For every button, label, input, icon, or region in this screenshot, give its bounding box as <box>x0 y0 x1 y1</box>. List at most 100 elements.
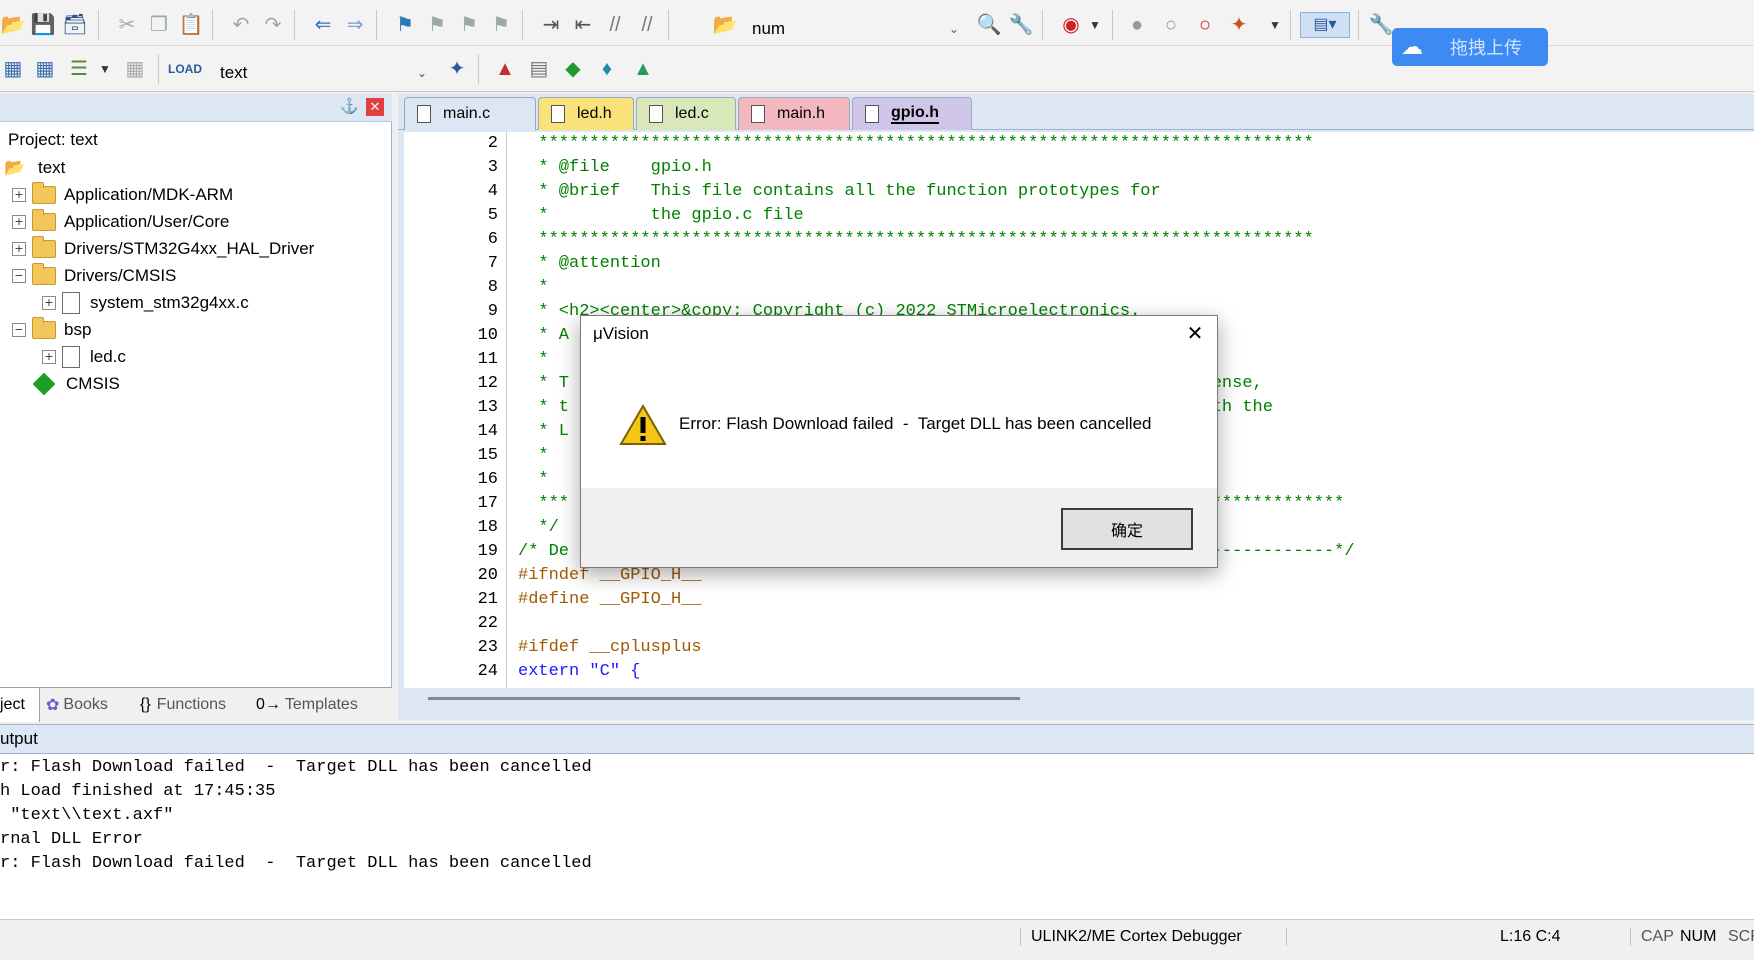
close-icon[interactable]: ✕ <box>1181 320 1209 348</box>
load-download-icon[interactable]: LOAD <box>168 56 202 82</box>
component-diamond-icon <box>32 372 56 396</box>
close-icon[interactable]: ✕ <box>366 98 384 116</box>
find-in-files-icon[interactable]: 📂 <box>712 12 738 38</box>
manage-project-items-icon[interactable]: ▲ <box>492 56 518 82</box>
window-layout-icon[interactable]: ▤▾ <box>1300 12 1350 38</box>
status-separator <box>1286 928 1287 946</box>
tab-label: Templates <box>284 696 358 713</box>
tree-item-root[interactable]: 📂 text <box>4 154 65 182</box>
project-target-combo[interactable]: text ⌄ <box>214 58 434 88</box>
tab-led-h[interactable]: led.h <box>538 97 634 130</box>
chevron-down-icon[interactable]: ▼ <box>92 56 118 82</box>
pack-installer-icon[interactable]: ♦ <box>594 56 620 82</box>
line-number: 23 <box>477 638 498 657</box>
tree-item-label: Drivers/STM32G4xx_HAL_Driver <box>64 239 315 258</box>
open-folder-icon[interactable]: 📂 <box>0 12 26 38</box>
collapse-toggle[interactable]: − <box>12 323 26 337</box>
ok-button[interactable]: 确定 <box>1061 508 1193 550</box>
dialog-footer: 确定 <box>581 488 1217 567</box>
tab-main-c[interactable]: main.c <box>404 97 536 130</box>
target-options-icon[interactable]: ✦ <box>444 56 470 82</box>
uncomment-icon[interactable]: // <box>634 12 660 38</box>
tree-item-application-user-core[interactable]: + Application/User/Core <box>12 208 229 236</box>
toolbar-separator <box>294 10 295 40</box>
build-icon[interactable]: ▦ <box>32 56 58 82</box>
target-combo-value: num <box>752 19 786 38</box>
copy-icon[interactable]: ❐ <box>146 12 172 38</box>
expand-toggle[interactable]: + <box>12 188 26 202</box>
tab-main-h[interactable]: main.h <box>738 97 850 130</box>
line-number: 12 <box>477 374 498 393</box>
expand-toggle[interactable]: + <box>42 296 56 310</box>
incremental-find-icon[interactable]: 🔧 <box>1008 12 1034 38</box>
horizontal-scrollbar[interactable] <box>428 697 1020 700</box>
line-number: 6 <box>487 230 498 249</box>
chevron-down-icon[interactable]: ▼ <box>1082 12 1108 38</box>
save-all-icon[interactable]: 🗃 <box>62 12 88 38</box>
undo-icon[interactable]: ↶ <box>228 12 254 38</box>
find-icon[interactable]: 🔍 <box>976 12 1002 38</box>
tab-templates[interactable]: 0→ Templates <box>256 688 358 722</box>
upload-label: 拖拽上传 <box>1450 38 1522 58</box>
tab-gpio-h[interactable]: gpio.h <box>852 97 972 130</box>
tree-item-system-stm32g4xx[interactable]: + system_stm32g4xx.c <box>42 289 249 317</box>
expand-toggle[interactable]: + <box>42 350 56 364</box>
breakpoint-icon[interactable]: ● <box>1124 12 1150 38</box>
tree-item-cmsis-component[interactable]: CMSIS <box>32 370 120 398</box>
tree-item-application-mdk-arm[interactable]: + Application/MDK-ARM <box>12 181 233 209</box>
stop-build-icon[interactable]: ▦ <box>122 56 148 82</box>
breakpoint-disable-icon[interactable]: ○ <box>1158 12 1184 38</box>
tab-led-c[interactable]: led.c <box>636 97 736 130</box>
tab-label: Books <box>63 696 108 713</box>
project-header-label: Project: text <box>8 130 98 149</box>
chevron-down-icon[interactable]: ⌄ <box>944 19 964 39</box>
tree-item-drivers-hal[interactable]: + Drivers/STM32G4xx_HAL_Driver <box>12 235 314 263</box>
line-number: 13 <box>477 398 498 417</box>
upload-widget[interactable]: ☁ 拖拽上传 <box>1392 28 1548 66</box>
folder-open-icon <box>32 263 56 285</box>
redo-icon[interactable]: ↷ <box>260 12 286 38</box>
tab-project[interactable]: ject <box>0 688 40 722</box>
paste-icon[interactable]: 📋 <box>178 12 204 38</box>
breakpoint-disable-all-icon[interactable]: ○ <box>1192 12 1218 38</box>
folder-icon <box>32 209 56 231</box>
cut-icon[interactable]: ✂ <box>114 12 140 38</box>
toolbar-separator <box>376 10 377 40</box>
pack-update-icon[interactable]: ▲ <box>630 56 656 82</box>
navigate-back-icon[interactable]: ⇐ <box>310 12 336 38</box>
project-header: Project: text <box>8 126 98 154</box>
unindent-icon[interactable]: ⇤ <box>570 12 596 38</box>
tree-item-label: text <box>38 158 66 177</box>
line-number: 16 <box>477 470 498 489</box>
expand-toggle[interactable]: + <box>12 215 26 229</box>
expand-toggle[interactable]: + <box>12 242 26 256</box>
indent-icon[interactable]: ⇥ <box>538 12 564 38</box>
comment-icon[interactable]: // <box>602 12 628 38</box>
tab-label: main.h <box>777 105 826 122</box>
tree-item-drivers-cmsis[interactable]: − Drivers/CMSIS <box>12 262 176 290</box>
folder-icon <box>32 182 56 204</box>
chevron-down-icon[interactable]: ⌄ <box>412 63 432 83</box>
target-combo[interactable]: num ⌄ <box>746 14 966 44</box>
bookmark-prev-icon[interactable]: ⚑ <box>424 12 450 38</box>
collapse-toggle[interactable]: − <box>12 269 26 283</box>
pin-icon[interactable]: ⚓ <box>340 97 359 115</box>
bookmark-icon[interactable]: ⚑ <box>392 12 418 38</box>
rebuild-icon[interactable]: ☰ <box>66 56 92 82</box>
debug-session-icon[interactable]: ◉ <box>1058 12 1084 38</box>
select-packs-icon[interactable]: ▤ <box>526 56 552 82</box>
manage-rte-icon[interactable]: ◆ <box>560 56 586 82</box>
bookmark-clear-icon[interactable]: ⚑ <box>488 12 514 38</box>
breakpoint-kill-all-icon[interactable]: ✦ <box>1226 12 1252 38</box>
tab-books[interactable]: ✿ Books <box>46 688 108 722</box>
tree-item-led-c[interactable]: + led.c <box>42 343 126 371</box>
tab-functions[interactable]: {} Functions <box>140 688 226 722</box>
configure-wrench-icon[interactable]: 🔧 <box>1368 12 1394 38</box>
save-icon[interactable]: 💾 <box>30 12 56 38</box>
bookmark-next-icon[interactable]: ⚑ <box>456 12 482 38</box>
navigate-forward-icon[interactable]: ⇒ <box>342 12 368 38</box>
chevron-down-icon[interactable]: ▼ <box>1262 12 1288 38</box>
editor-tabbar: main.c led.h led.c main.h gpio.h <box>398 94 1754 130</box>
translate-icon[interactable]: ▦ <box>0 56 26 82</box>
tree-item-bsp[interactable]: − bsp <box>12 316 91 344</box>
